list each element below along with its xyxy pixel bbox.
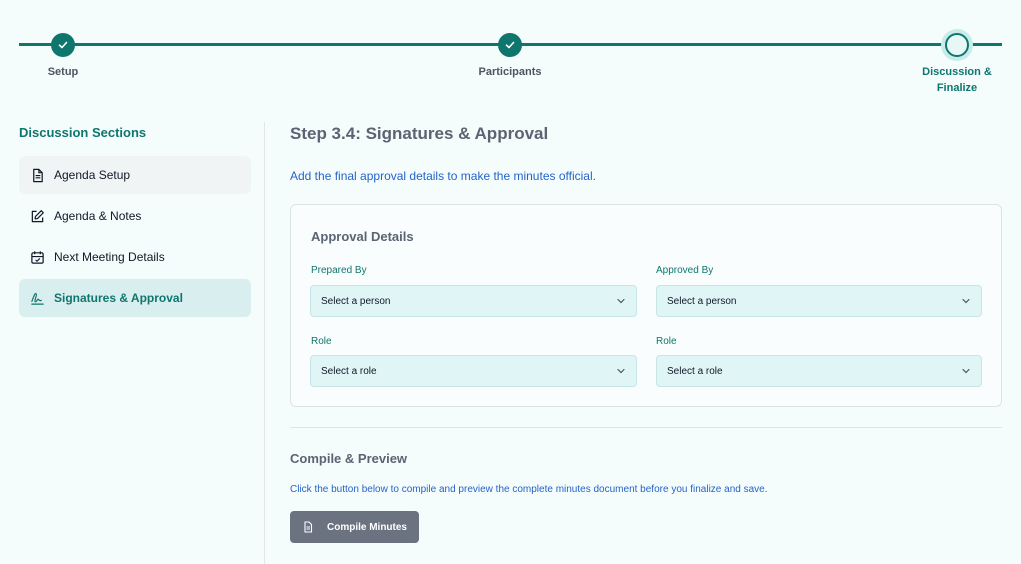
prepared-by-value: Select a person	[321, 295, 391, 307]
step-discussion-label: Discussion & Finalize	[917, 64, 997, 96]
approved-role-select[interactable]: Select a role	[656, 355, 982, 387]
approved-by-label: Approved By	[656, 265, 714, 276]
sidebar-item-label: Agenda Setup	[54, 168, 131, 182]
sidebar-item-signatures-approval[interactable]: Signatures & Approval	[19, 279, 251, 317]
step-participants-label: Participants	[478, 66, 542, 78]
prepared-role-select[interactable]: Select a role	[310, 355, 637, 387]
page-title: Step 3.4: Signatures & Approval	[290, 124, 549, 143]
document-icon	[29, 167, 45, 183]
progress-stepper: Setup Participants Discussion & Finalize	[0, 0, 1021, 110]
sidebar: Discussion Sections Agenda Setup Agenda …	[19, 122, 251, 320]
step-discussion-label-line2: Finalize	[936, 82, 978, 94]
prepared-role-value: Select a role	[321, 365, 377, 377]
compile-preview-title: Compile & Preview	[290, 451, 408, 466]
approval-details-title: Approval Details	[311, 229, 414, 244]
chevron-down-icon	[962, 368, 970, 374]
section-divider	[290, 427, 1002, 428]
compile-preview-description: Click the button below to compile and pr…	[290, 484, 768, 495]
calendar-icon	[29, 249, 45, 265]
page-description: Add the final approval details to make t…	[290, 169, 596, 183]
main-content: Step 3.4: Signatures & Approval Add the …	[290, 122, 1002, 543]
sidebar-title: Discussion Sections	[19, 125, 147, 140]
prepared-role-label: Role	[311, 336, 332, 347]
sidebar-item-label: Agenda & Notes	[54, 209, 142, 223]
step-current-circle-icon[interactable]	[945, 33, 969, 57]
edit-icon	[29, 208, 45, 224]
approved-by-select[interactable]: Select a person	[656, 285, 982, 317]
sidebar-item-agenda-setup[interactable]: Agenda Setup	[19, 156, 251, 194]
chevron-down-icon	[617, 298, 625, 304]
approval-details-card: Approval Details Prepared By Select a pe…	[290, 204, 1002, 407]
sidebar-item-agenda-notes[interactable]: Agenda & Notes	[19, 197, 251, 235]
approved-by-value: Select a person	[667, 295, 737, 307]
signature-icon	[29, 290, 45, 306]
sidebar-item-label: Signatures & Approval	[54, 291, 183, 305]
chevron-down-icon	[617, 368, 625, 374]
step-setup-check-icon[interactable]	[51, 33, 75, 57]
prepared-by-select[interactable]: Select a person	[310, 285, 637, 317]
prepared-by-label: Prepared By	[311, 265, 367, 276]
document-icon	[304, 521, 313, 533]
compile-minutes-button[interactable]: Compile Minutes	[290, 511, 419, 543]
sidebar-item-next-meeting[interactable]: Next Meeting Details	[19, 238, 251, 276]
step-setup-label: Setup	[47, 66, 79, 78]
approved-role-value: Select a role	[667, 365, 723, 377]
chevron-down-icon	[962, 298, 970, 304]
step-participants-check-icon[interactable]	[498, 33, 522, 57]
step-discussion-label-line1: Discussion &	[922, 66, 992, 78]
approved-role-label: Role	[656, 336, 677, 347]
sidebar-item-label: Next Meeting Details	[54, 250, 165, 264]
compile-minutes-label: Compile Minutes	[326, 521, 407, 533]
vertical-divider	[264, 122, 265, 564]
